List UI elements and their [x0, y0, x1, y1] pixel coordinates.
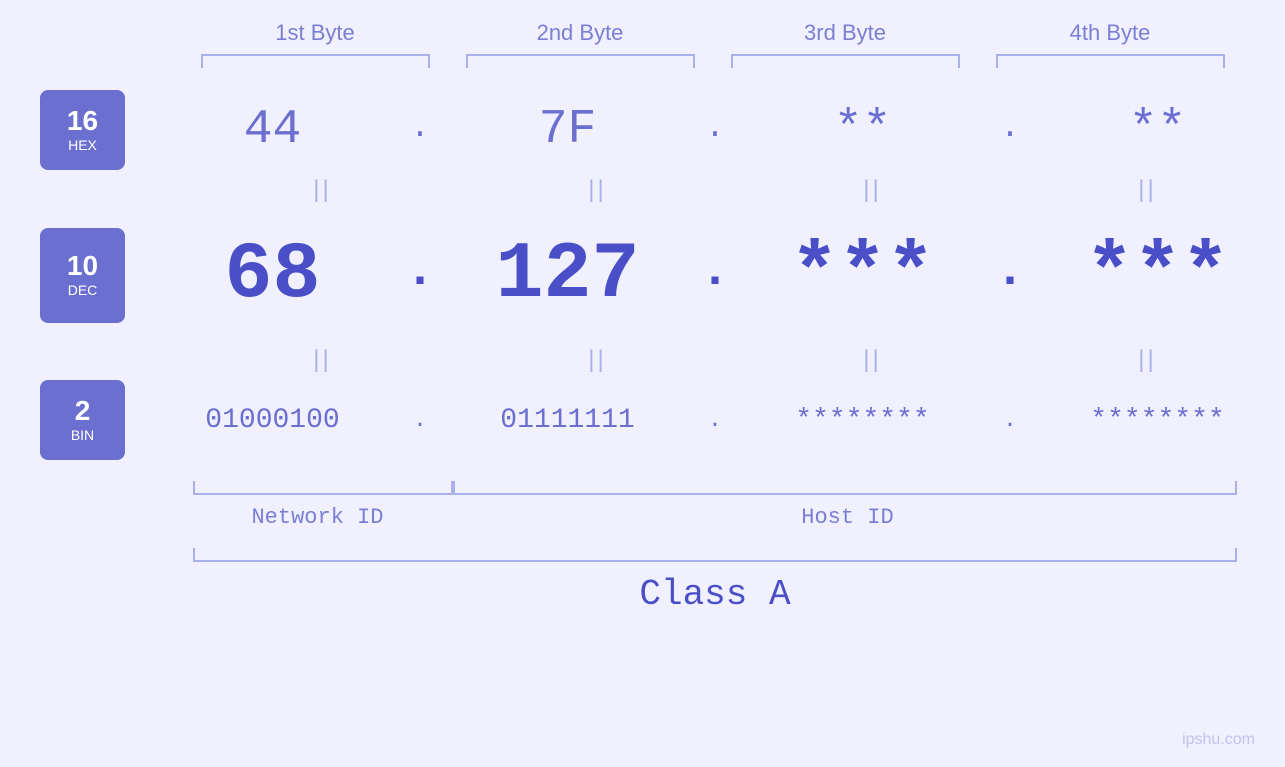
bottom-section: Network ID Host ID Class A	[0, 475, 1285, 615]
hex-dot-2: .	[695, 109, 735, 146]
hex-values: 44 . 7F . ** . **	[145, 103, 1285, 157]
hex-base-number: 16	[67, 107, 98, 135]
bin-base-number: 2	[75, 397, 91, 425]
equals-6: ||	[480, 346, 715, 374]
bin-base-label: BIN	[71, 427, 94, 443]
dec-row: 10 DEC 68 . 127 . *** . ***	[0, 210, 1285, 340]
byte-label-2: 2nd Byte	[448, 20, 713, 54]
byte-label-4: 4th Byte	[978, 20, 1243, 54]
full-bracket	[185, 542, 1245, 562]
equals-1: ||	[205, 176, 440, 204]
bin-dot-2: .	[695, 408, 735, 433]
hex-base-label: HEX	[68, 137, 97, 153]
hex-row: 16 HEX 44 . 7F . ** . **	[0, 90, 1285, 170]
hex-val-3: **	[735, 103, 990, 157]
hex-badge: 16 HEX	[40, 90, 125, 170]
bottom-brackets	[185, 475, 1245, 495]
bin-dot-1: .	[400, 408, 440, 433]
bin-val-3: ********	[735, 405, 990, 436]
equals-3: ||	[755, 176, 990, 204]
bin-values: 01000100 . 01111111 . ******** . *******…	[145, 405, 1285, 436]
bracket-3	[723, 54, 968, 72]
bin-badge: 2 BIN	[40, 380, 125, 460]
dec-dot-3: .	[990, 243, 1030, 300]
bin-dot-3: .	[990, 408, 1030, 433]
dec-val-4: ***	[1030, 230, 1285, 321]
byte-label-1: 1st Byte	[183, 20, 448, 54]
equals-8: ||	[1030, 346, 1265, 374]
watermark: ipshu.com	[1182, 731, 1255, 749]
dec-dot-2: .	[695, 243, 735, 300]
hex-dot-3: .	[990, 109, 1030, 146]
bin-val-2: 01111111	[440, 405, 695, 436]
equals-row-2: || || || ||	[205, 340, 1265, 380]
hex-val-1: 44	[145, 103, 400, 157]
bin-val-1: 01000100	[145, 405, 400, 436]
bracket-1	[193, 54, 438, 72]
dec-val-1: 68	[145, 230, 400, 321]
dec-base-label: DEC	[68, 282, 98, 298]
class-label: Class A	[185, 574, 1245, 615]
byte-label-3: 3rd Byte	[713, 20, 978, 54]
bin-val-4: ********	[1030, 405, 1285, 436]
hex-dot-1: .	[400, 109, 440, 146]
bin-row: 2 BIN 01000100 . 01111111 . ******** . *…	[0, 380, 1285, 460]
main-container: 1st Byte 2nd Byte 3rd Byte 4th Byte 16 H…	[0, 0, 1285, 767]
equals-5: ||	[205, 346, 440, 374]
hex-val-2: 7F	[440, 103, 695, 157]
equals-row-1: || || || ||	[205, 170, 1265, 210]
equals-2: ||	[480, 176, 715, 204]
bracket-4	[988, 54, 1233, 72]
hex-val-4: **	[1030, 103, 1285, 157]
dec-val-2: 127	[440, 230, 695, 321]
network-id-label: Network ID	[185, 505, 450, 530]
equals-4: ||	[1030, 176, 1265, 204]
dec-dot-1: .	[400, 243, 440, 300]
dec-base-number: 10	[67, 252, 98, 280]
id-labels: Network ID Host ID	[185, 505, 1245, 530]
dec-values: 68 . 127 . *** . ***	[145, 230, 1285, 321]
dec-badge: 10 DEC	[40, 228, 125, 323]
network-bracket	[185, 475, 453, 495]
bracket-2	[458, 54, 703, 72]
equals-7: ||	[755, 346, 990, 374]
host-id-label: Host ID	[450, 505, 1245, 530]
byte-labels-row: 1st Byte 2nd Byte 3rd Byte 4th Byte	[183, 20, 1243, 54]
top-brackets	[183, 54, 1243, 72]
host-bracket	[453, 475, 1245, 495]
dec-val-3: ***	[735, 230, 990, 321]
